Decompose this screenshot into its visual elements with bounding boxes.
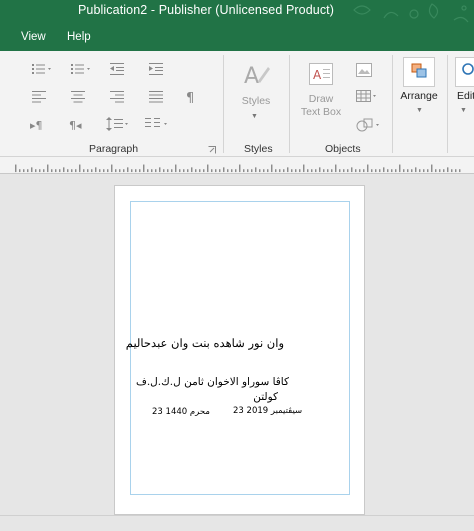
menu-bar: View Help: [0, 26, 474, 51]
text-box-label: Text Box: [300, 106, 342, 118]
svg-text:¶◂: ¶◂: [69, 119, 82, 131]
draw-text-box-icon[interactable]: A: [309, 63, 333, 85]
styles-button[interactable]: Styles: [236, 95, 276, 108]
draw-label: Draw: [308, 93, 334, 105]
document-date-hijri[interactable]: 23 محرم 1440: [152, 407, 210, 417]
svg-text:¶: ¶: [186, 91, 194, 104]
menu-help[interactable]: Help: [67, 31, 91, 43]
document-text-city[interactable]: كولتن: [253, 391, 278, 403]
document-text-name[interactable]: وان نور شاهده بنت وان عبدحاليم: [126, 336, 284, 350]
editing-icon[interactable]: [455, 57, 474, 87]
columns-icon[interactable]: [145, 117, 171, 131]
bullets-icon[interactable]: [32, 63, 54, 75]
arrange-button[interactable]: Arrange: [398, 90, 440, 103]
align-center-icon[interactable]: [71, 91, 85, 103]
draw-text-box-button[interactable]: Draw Text Box: [299, 93, 343, 119]
align-right-icon[interactable]: [110, 91, 124, 103]
paragraph-group-label: Paragraph: [89, 143, 139, 155]
document-date-gregorian[interactable]: 23 سيڤتيمبر 2019: [233, 406, 302, 416]
shapes-icon[interactable]: [356, 118, 382, 133]
align-left-icon[interactable]: [32, 91, 46, 103]
arrange-icon[interactable]: [403, 57, 435, 87]
increase-indent-icon[interactable]: [149, 63, 163, 75]
styles-group-label: Styles: [244, 143, 273, 155]
table-icon[interactable]: [356, 90, 378, 103]
group-separator: [289, 55, 290, 153]
ltr-direction-icon[interactable]: ▸¶: [30, 118, 46, 131]
styles-dropdown-icon[interactable]: ▼: [251, 113, 258, 120]
editing-dropdown-icon[interactable]: ▼: [460, 107, 467, 114]
workspace: وان نور شاهده بنت وان عبدحاليم كاڤا سورا…: [0, 174, 474, 531]
horizontal-scrollbar[interactable]: [0, 515, 474, 531]
paragraph-mark-icon[interactable]: ¶: [185, 90, 197, 104]
svg-text:▸¶: ▸¶: [30, 119, 43, 131]
window-title: Publication2 - Publisher (Unlicensed Pro…: [78, 3, 335, 17]
decrease-indent-icon[interactable]: [110, 63, 124, 75]
editing-button[interactable]: Editi: [457, 90, 474, 103]
dialog-launcher-icon[interactable]: [208, 146, 216, 154]
rtl-direction-icon[interactable]: ¶◂: [69, 118, 85, 131]
svg-text:A: A: [313, 68, 322, 82]
styles-icon[interactable]: A: [242, 61, 272, 91]
document-text-address[interactable]: كاڤا سوراو الاخوان ثامن ل.ك.ل.ف: [136, 376, 289, 388]
publication-page[interactable]: وان نور شاهده بنت وان عبدحاليم كاڤا سورا…: [114, 185, 365, 515]
horizontal-ruler[interactable]: [0, 157, 474, 174]
objects-group-label: Objects: [325, 143, 361, 155]
numbering-icon[interactable]: [71, 63, 93, 75]
line-spacing-icon[interactable]: [106, 117, 130, 131]
picture-icon[interactable]: [356, 63, 372, 77]
group-separator: [447, 55, 448, 153]
svg-text:A: A: [244, 64, 259, 89]
arrange-dropdown-icon[interactable]: ▼: [416, 107, 423, 114]
menu-view[interactable]: View: [21, 31, 46, 43]
group-separator: [223, 55, 224, 153]
ribbon: ¶ ▸¶ ¶◂ Paragraph A Styles ▼ Styles A Dr…: [0, 51, 474, 157]
group-separator: [392, 55, 393, 153]
justify-icon[interactable]: [149, 91, 163, 103]
title-bar: Publication2 - Publisher (Unlicensed Pro…: [0, 0, 474, 43]
